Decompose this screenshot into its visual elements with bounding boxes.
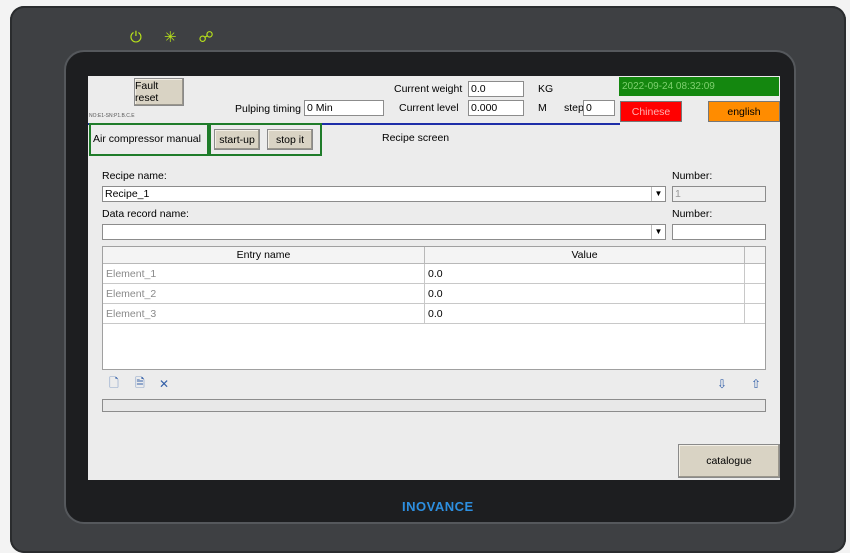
chevron-down-icon[interactable]: ▼	[651, 187, 665, 201]
data-record-dropdown[interactable]: ▼	[102, 224, 666, 240]
entry-value-cell[interactable]: 0.0	[425, 304, 745, 323]
air-compressor-label: Air compressor manual	[93, 133, 201, 145]
device-id-label: NO:E1-SN:P1.B.C.E	[89, 113, 135, 119]
recipe-number-label: Number:	[672, 170, 713, 182]
catalogue-button[interactable]: catalogue	[678, 444, 780, 478]
fault-reset-button[interactable]: Fault reset	[134, 78, 184, 106]
entry-value-cell[interactable]: 0.0	[425, 284, 745, 303]
save-record-icon[interactable]: 🗎	[132, 376, 148, 392]
column-header-value[interactable]: Value	[425, 247, 745, 263]
recipe-status-bar	[102, 399, 766, 412]
current-weight-field[interactable]: 0.0	[468, 81, 524, 97]
entry-name-cell: Element_1	[103, 264, 425, 283]
export-icon[interactable]: ⇧	[748, 376, 764, 392]
column-header-entry-name[interactable]: Entry name	[103, 247, 425, 263]
brand-logo: INOVANCE	[402, 499, 474, 514]
run-indicator-icon: ✳	[163, 28, 177, 46]
delete-record-icon[interactable]: ✕	[156, 376, 172, 392]
table-header: Entry name Value	[103, 247, 765, 264]
chevron-down-icon[interactable]: ▼	[651, 225, 665, 239]
power-icon: ⏻	[130, 28, 142, 46]
new-record-icon[interactable]: 🗋	[106, 376, 122, 392]
table-row[interactable]: Element_3 0.0	[103, 304, 765, 324]
current-weight-label: Current weight	[394, 83, 463, 95]
status-indicators: ⏻ ✳ ☍	[130, 28, 214, 46]
record-number-label: Number:	[672, 208, 713, 220]
data-record-name-label: Data record name:	[102, 208, 189, 220]
network-icon: ☍	[198, 28, 214, 46]
current-level-field[interactable]: 0.000	[468, 100, 524, 116]
datetime-display: 2022-09-24 08:32:09	[619, 77, 779, 96]
weight-unit-label: KG	[538, 83, 554, 95]
recipe-entries-table: Entry name Value Element_1 0.0 Element_2…	[102, 246, 766, 370]
table-row[interactable]: Element_1 0.0	[103, 264, 765, 284]
start-up-button[interactable]: start-up	[214, 129, 260, 150]
entry-name-cell: Element_2	[103, 284, 425, 303]
level-unit-label: M	[538, 102, 547, 114]
recipe-name-label: Recipe name:	[102, 170, 167, 182]
current-level-label: Current level	[399, 102, 459, 114]
pulping-timing-field[interactable]: 0 Min	[304, 100, 384, 116]
hmi-screen: Fault reset NO:E1-SN:P1.B.C.E Pulping ti…	[88, 76, 780, 480]
chinese-language-button[interactable]: Chinese	[620, 101, 682, 122]
recipe-name-dropdown[interactable]: Recipe_1 ▼	[102, 186, 666, 202]
english-language-button[interactable]: english	[708, 101, 780, 122]
step-field[interactable]: 0	[583, 100, 615, 116]
record-number-field[interactable]	[672, 224, 766, 240]
screen-title: Recipe screen	[382, 132, 450, 144]
entry-name-cell: Element_3	[103, 304, 425, 323]
entry-value-cell[interactable]: 0.0	[425, 264, 745, 283]
table-row[interactable]: Element_2 0.0	[103, 284, 765, 304]
recipe-number-field: 1	[672, 186, 766, 202]
import-icon[interactable]: ⇩	[714, 376, 730, 392]
recipe-name-value: Recipe_1	[105, 188, 150, 200]
pulping-timing-label: Pulping timing	[235, 103, 301, 115]
stop-it-button[interactable]: stop it	[267, 129, 313, 150]
step-label: step	[564, 102, 584, 114]
